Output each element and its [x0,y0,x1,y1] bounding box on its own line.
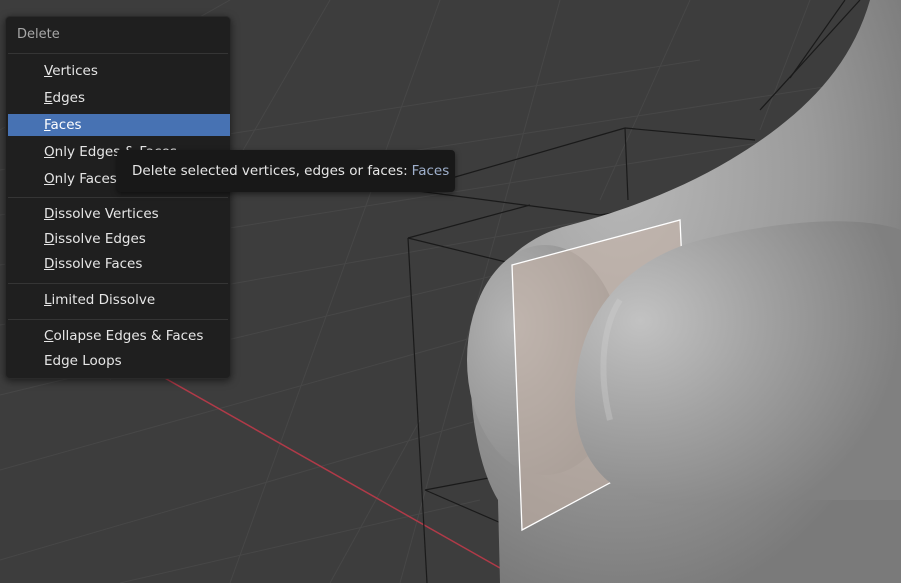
menu-item-vertices[interactable]: Vertices [8,60,230,82]
menu-divider [8,283,228,284]
menu-divider [8,197,228,198]
tooltip-text: Delete selected vertices, edges or faces… [132,163,408,179]
menu-item-label: Edge Loops [44,353,122,369]
tooltip-value: Faces [411,163,450,179]
menu-item-label: Dissolve Edges [44,231,146,247]
menu-item-edge-loops[interactable]: Edge Loops [8,350,230,372]
menu-item-label: Limited Dissolve [44,292,156,308]
menu-item-label: Collapse Edges & Faces [44,328,204,344]
menu-item-limited-dissolve[interactable]: Limited Dissolve [8,289,230,311]
menu-divider [8,319,228,320]
delete-menu: Delete Vertices Edges Faces Only Edges &… [5,16,231,379]
tooltip: Delete selected vertices, edges or faces… [117,150,455,192]
menu-item-dissolve-edges[interactable]: Dissolve Edges [8,228,230,250]
menu-item-dissolve-faces[interactable]: Dissolve Faces [8,253,230,275]
menu-item-dissolve-vertices[interactable]: Dissolve Vertices [8,203,230,225]
menu-title: Delete [17,27,60,42]
menu-item-collapse-edges-faces[interactable]: Collapse Edges & Faces [8,325,230,347]
menu-item-label: Only Faces [44,171,117,187]
menu-item-label: Dissolve Vertices [44,206,159,222]
menu-item-label: Edges [44,90,86,106]
menu-item-faces[interactable]: Faces [8,114,230,136]
menu-item-label: Dissolve Faces [44,256,143,272]
menu-divider [8,53,228,54]
menu-item-label: Vertices [44,63,98,79]
menu-item-edges[interactable]: Edges [8,87,230,109]
menu-item-label: Faces [44,117,82,133]
